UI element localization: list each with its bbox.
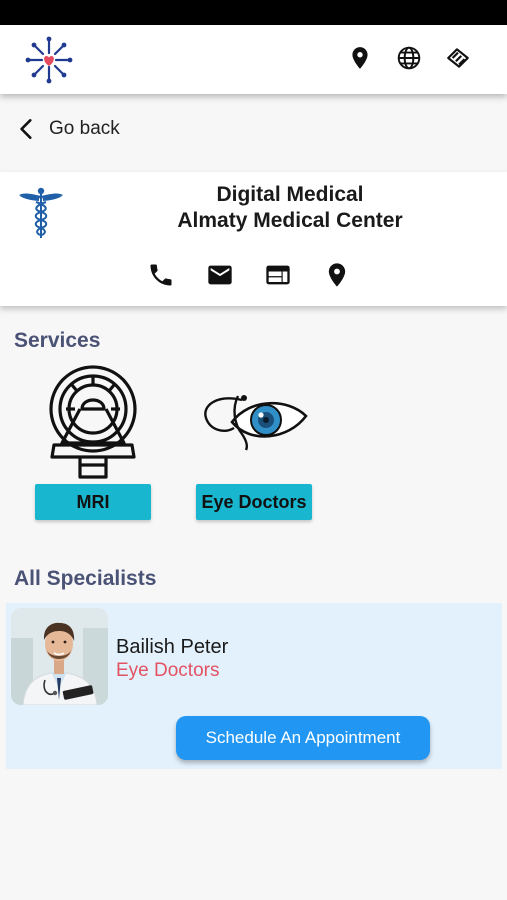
specialist-card[interactable]: Bailish Peter Eye Doctors Schedule An Ap…	[6, 603, 502, 769]
email-icon[interactable]	[206, 261, 234, 289]
chevron-left-icon	[20, 119, 32, 139]
phone-icon[interactable]	[147, 261, 175, 289]
location-icon[interactable]	[347, 45, 373, 71]
handshake-icon[interactable]	[445, 45, 471, 71]
caduceus-icon	[19, 187, 63, 238]
status-bar	[0, 0, 507, 25]
medical-center-card: Digital Medical Almaty Medical Center	[0, 172, 507, 306]
go-back-button[interactable]: Go back	[14, 112, 120, 146]
app-header	[0, 25, 507, 94]
center-name-line1: Digital Medical	[216, 183, 364, 206]
doctor-specialty: Eye Doctors	[116, 660, 220, 681]
center-name-line2: Almaty Medical Center	[177, 209, 403, 232]
app-logo-icon[interactable]	[24, 35, 74, 85]
globe-icon[interactable]	[396, 45, 422, 71]
eye-stethoscope-icon	[204, 395, 308, 451]
map-pin-icon[interactable]	[323, 261, 351, 289]
doctor-avatar	[11, 608, 108, 705]
website-icon[interactable]	[264, 261, 292, 289]
schedule-appointment-button[interactable]: Schedule An Appointment	[176, 716, 430, 760]
all-specialists-heading: All Specialists	[14, 567, 157, 590]
service-label-mri: MRI	[35, 484, 151, 520]
mri-scanner-icon	[49, 365, 137, 479]
doctor-name: Bailish Peter	[116, 636, 229, 658]
go-back-label: Go back	[49, 118, 120, 139]
service-label-eye-doctors: Eye Doctors	[196, 484, 312, 520]
services-heading: Services	[14, 329, 101, 352]
